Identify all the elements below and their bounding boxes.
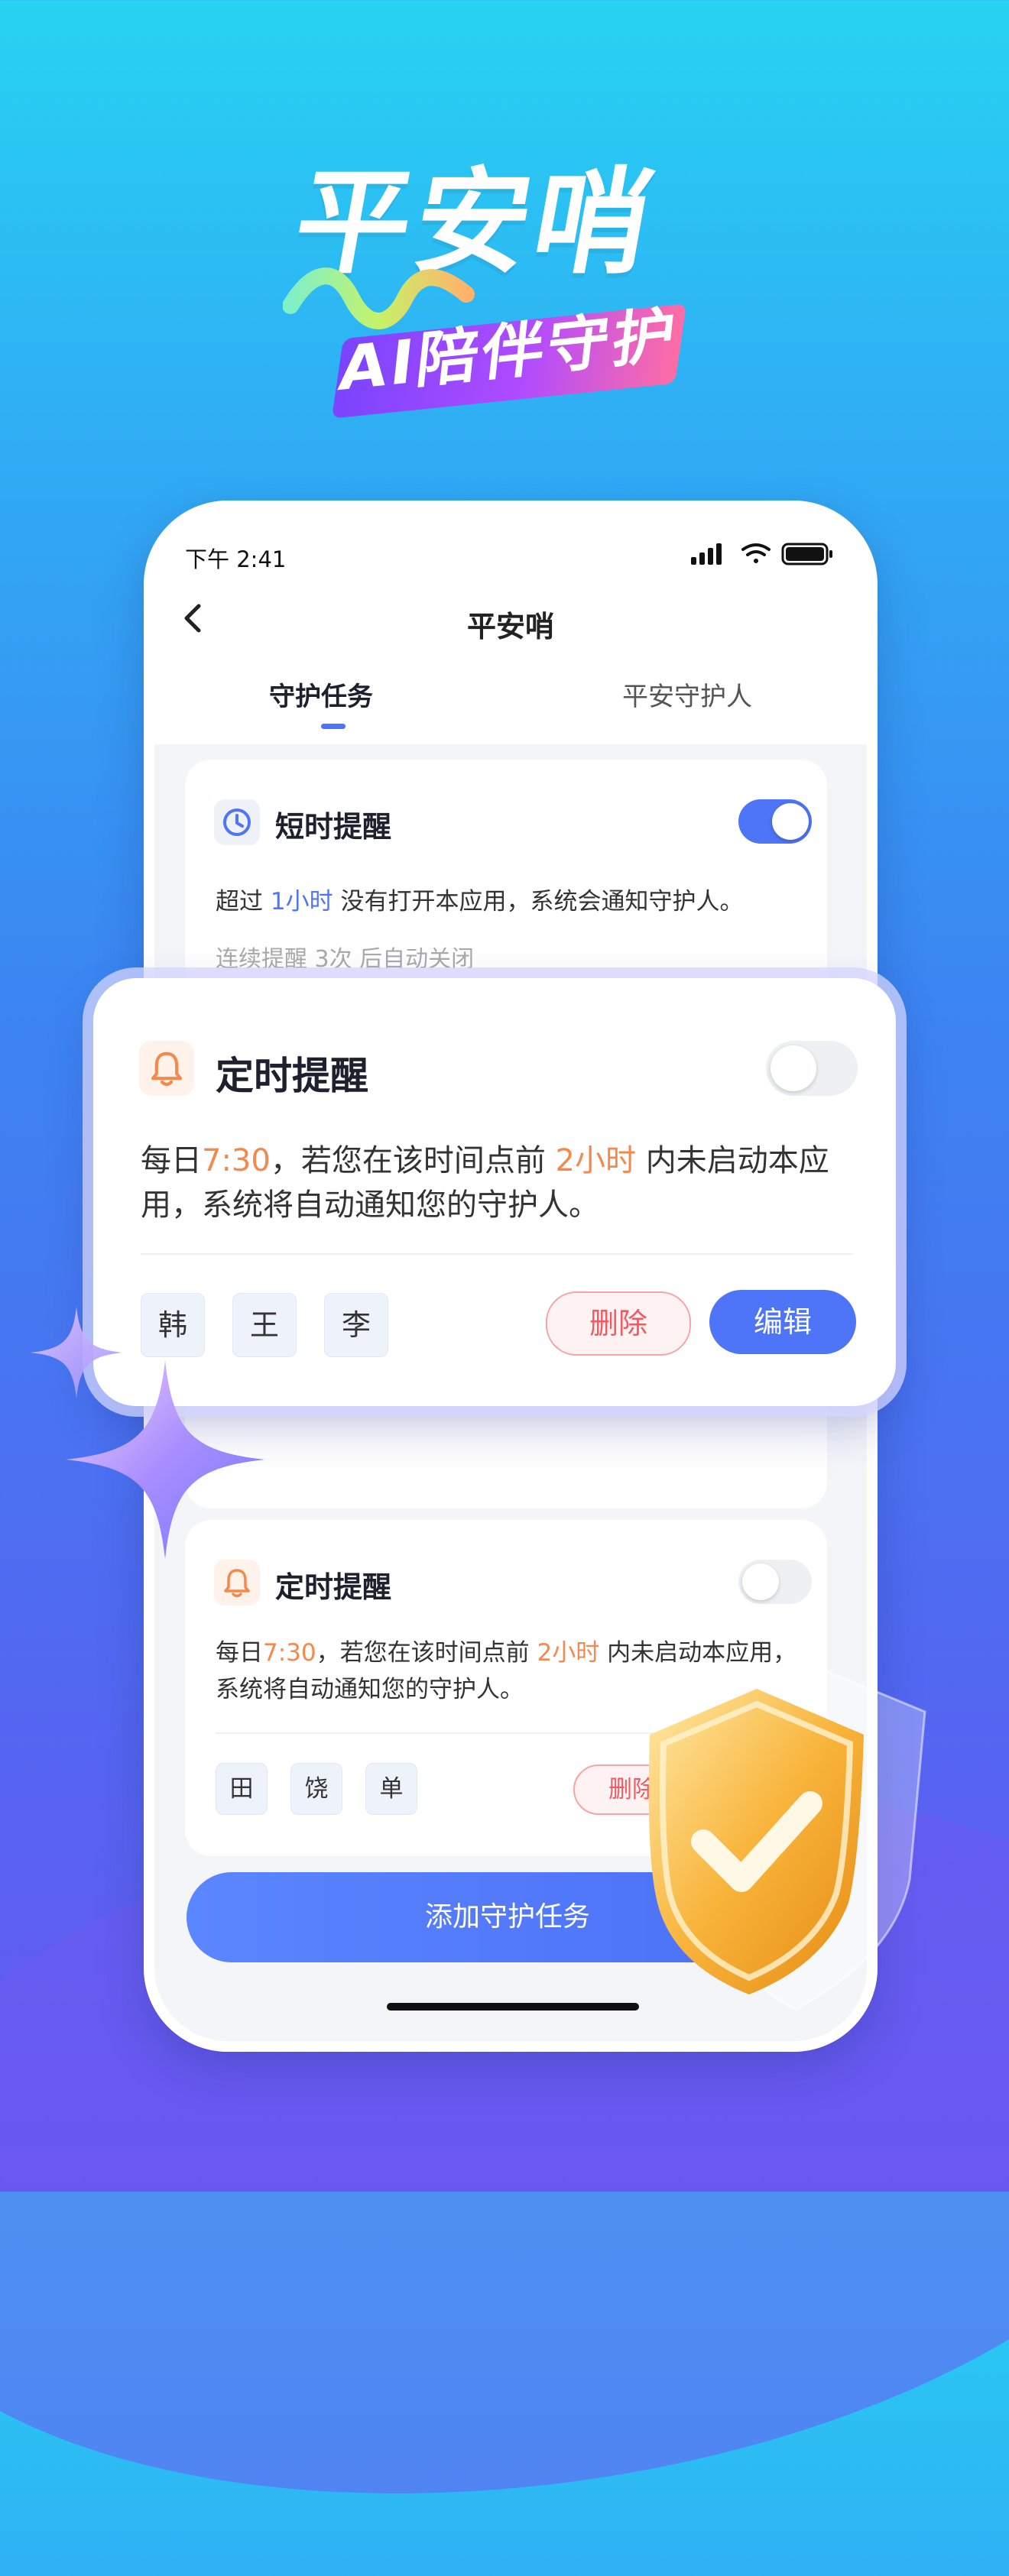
clock-icon: [223, 808, 251, 836]
card-title: 定时提醒: [216, 1054, 368, 1098]
timed-reminder-toggle[interactable]: [738, 1560, 812, 1604]
card-description: 超过 1小时 没有打开本应用，系统会通知守护人。: [216, 888, 744, 915]
home-indicator: [387, 2003, 639, 2011]
delete-button[interactable]: 删除: [546, 1291, 691, 1356]
bell-icon: [224, 1569, 250, 1598]
tab-guardians[interactable]: 平安守护人: [622, 676, 752, 713]
tab-bar: 守护任务 平安守护人: [154, 656, 867, 744]
bell-icon-box: [214, 1560, 260, 1606]
card-note: 连续提醒 3次 后自动关闭: [216, 946, 475, 973]
battery-icon: [781, 543, 832, 565]
navigation-bar: 平安哨: [154, 580, 867, 656]
short-reminder-toggle[interactable]: [738, 799, 812, 844]
card-description: 每日7:30，若您在该时间点前 2小时 内未启动本应用，系统将自动通知您的守护人…: [141, 1143, 829, 1223]
guardian-chip[interactable]: 单: [365, 1763, 417, 1815]
sparkle-large-icon: [66, 1360, 264, 1559]
guardian-chip[interactable]: 王: [232, 1293, 297, 1357]
divider: [141, 1253, 853, 1255]
featured-reminder-toggle[interactable]: [766, 1041, 858, 1096]
clock-icon-box: [214, 799, 260, 845]
page-title: 平安哨: [466, 610, 554, 643]
tab-guard-tasks[interactable]: 守护任务: [269, 676, 373, 713]
status-icons: [691, 543, 832, 565]
signal-icon: [691, 543, 722, 565]
edit-button[interactable]: 编辑: [709, 1290, 856, 1354]
card-title: 短时提醒: [275, 810, 392, 844]
shield-check-icon: [648, 1657, 926, 2011]
duration-highlight: 1小时: [270, 888, 333, 915]
status-bar: 下午 2:41: [154, 511, 867, 580]
short-reminder-card: 短时提醒 超过 1小时 没有打开本应用，系统会通知守护人。 连续提醒 3次 后自…: [185, 760, 827, 1004]
guardian-chip[interactable]: 李: [324, 1293, 388, 1357]
status-time: 下午 2:41: [185, 546, 287, 572]
guardian-chip[interactable]: 韩: [141, 1293, 205, 1357]
guardian-chip[interactable]: 田: [216, 1763, 268, 1815]
tab-indicator: [321, 724, 346, 729]
bell-icon: [151, 1051, 183, 1087]
card-title: 定时提醒: [275, 1570, 392, 1604]
wifi-icon: [741, 543, 771, 563]
bell-icon-box: [139, 1041, 194, 1096]
guardian-chip[interactable]: 饶: [290, 1763, 342, 1815]
featured-timed-reminder-card: 定时提醒 每日7:30，若您在该时间点前 2小时 内未启动本应用，系统将自动通知…: [93, 978, 896, 1406]
